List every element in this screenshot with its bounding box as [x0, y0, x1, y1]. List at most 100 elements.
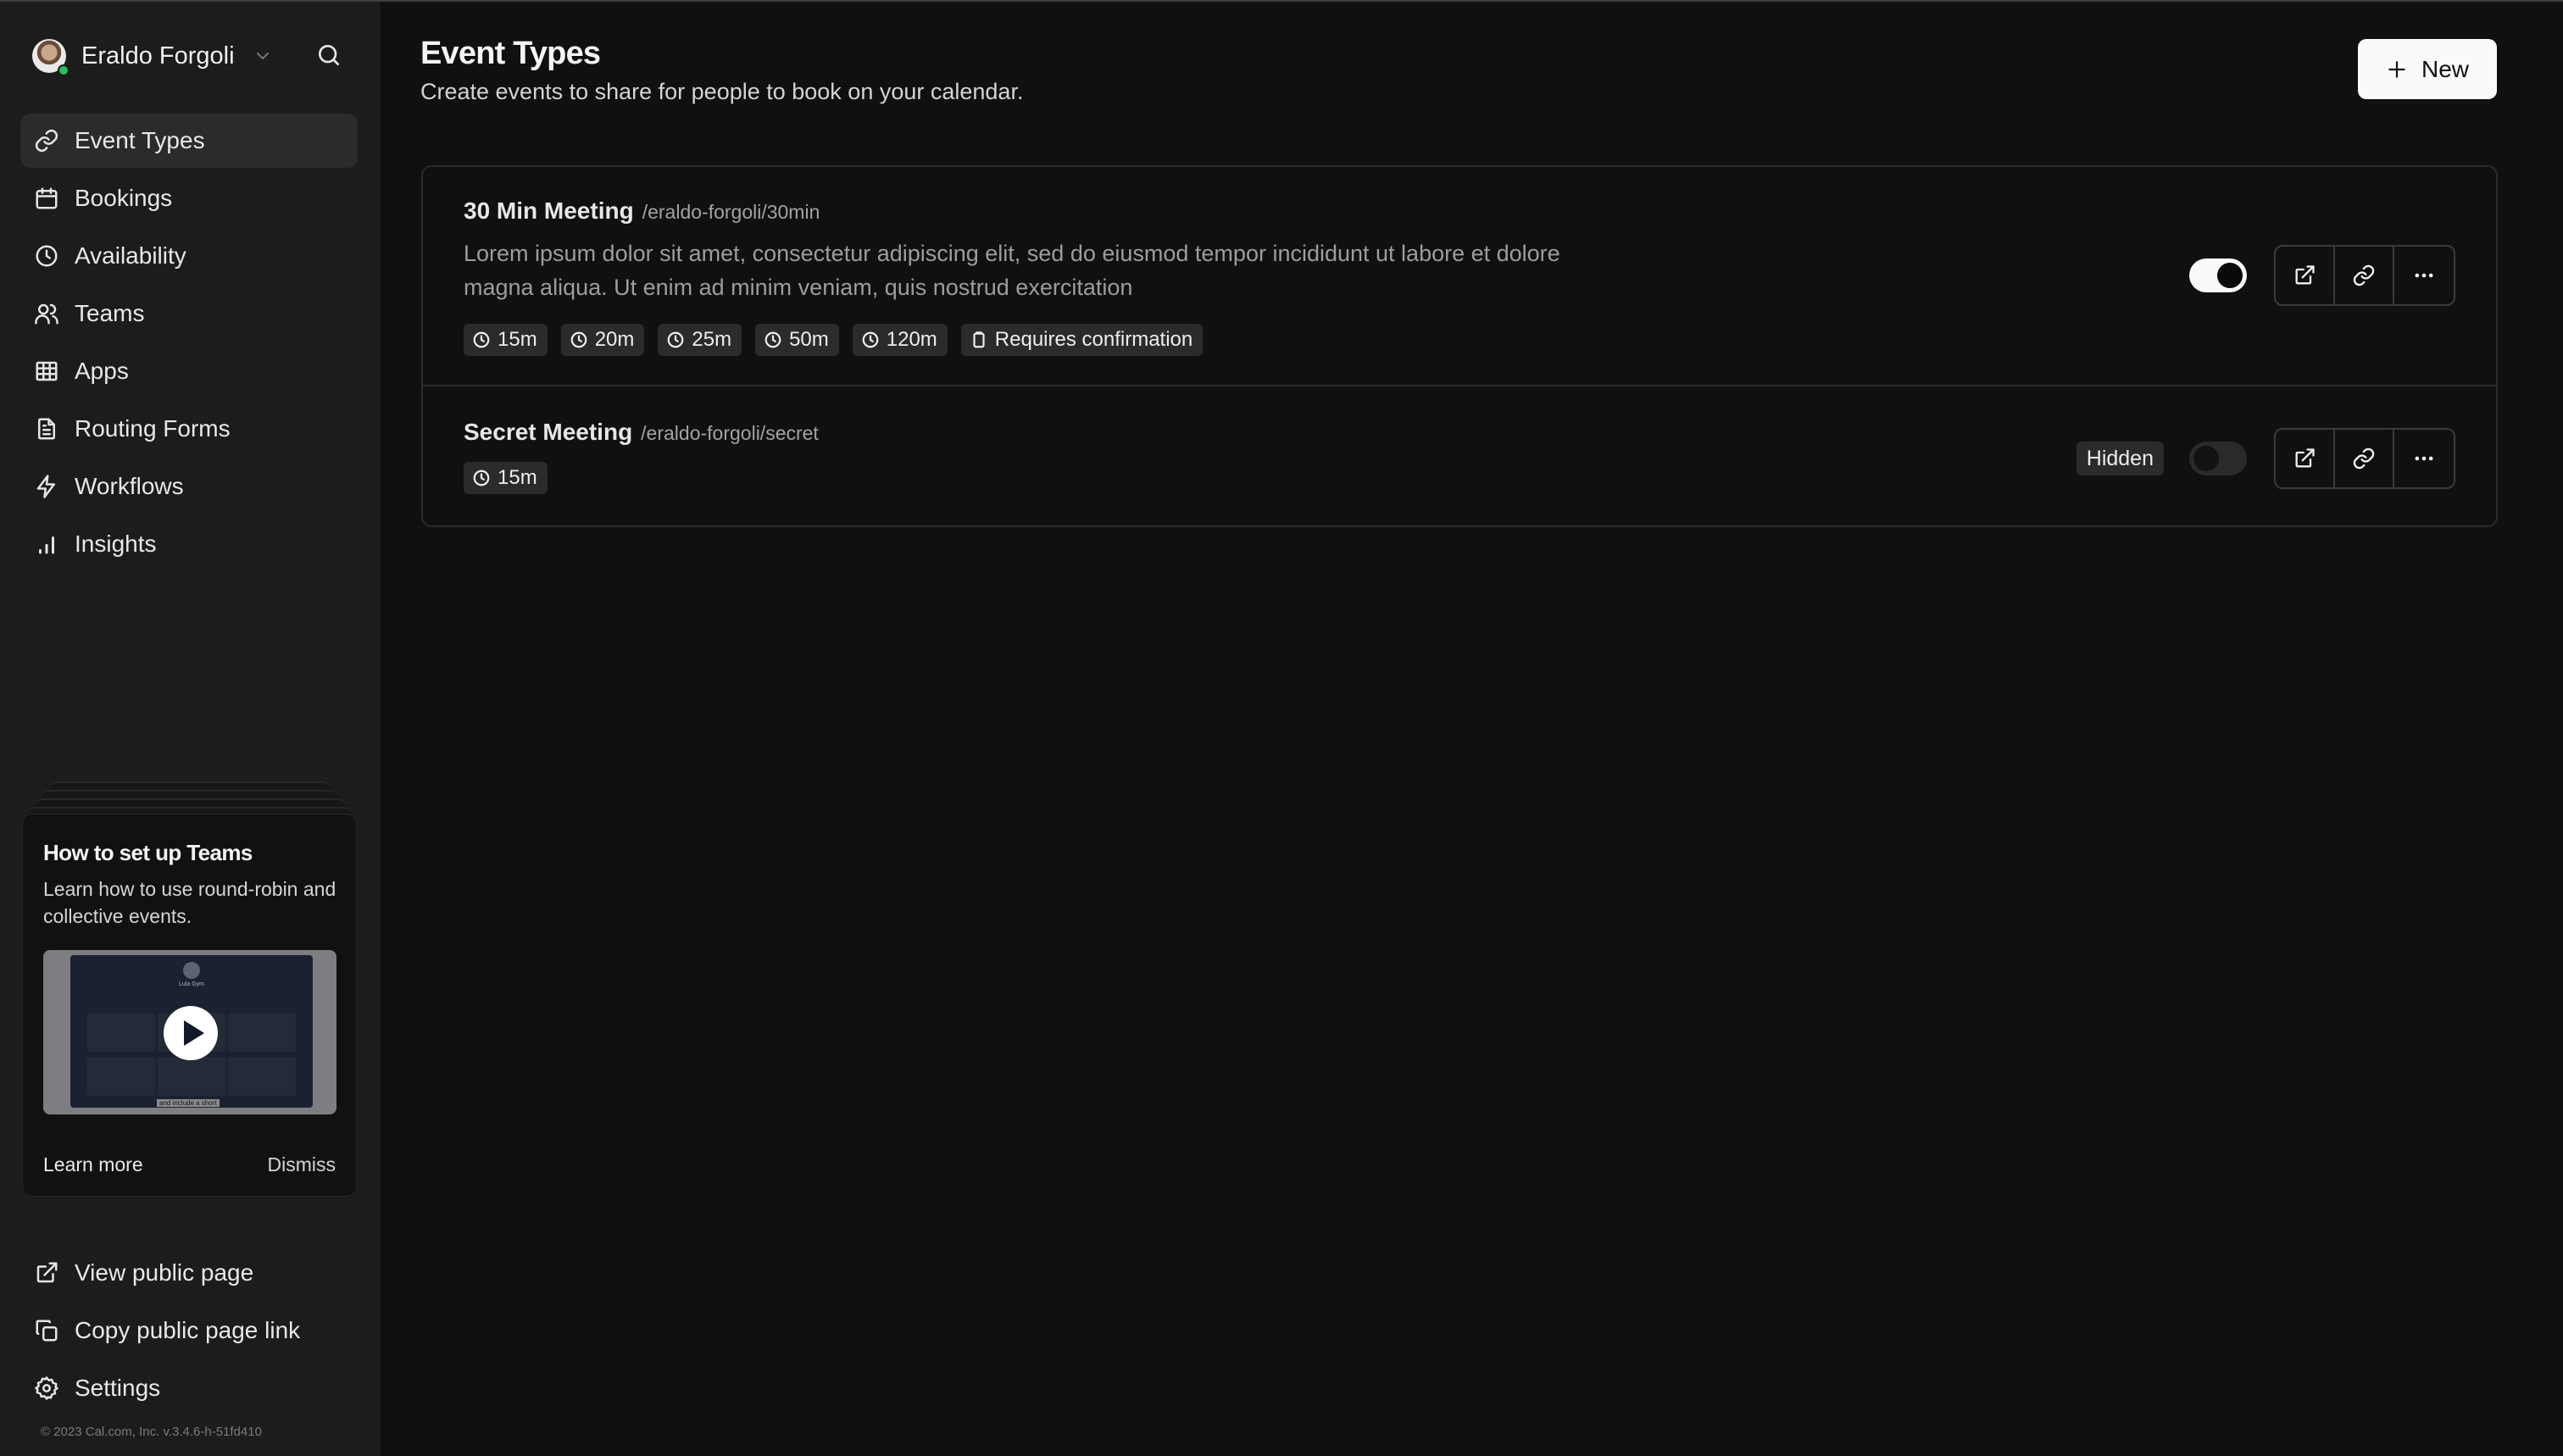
toggle-knob [2217, 263, 2243, 288]
user-menu[interactable]: Eraldo Forgoli [32, 37, 235, 76]
external-link-icon [2295, 265, 2315, 285]
preview-button[interactable] [2276, 247, 2335, 304]
main-content: Event Types Create events to share for p… [381, 0, 2563, 1456]
promo-title: How to set up Teams [43, 840, 253, 865]
video-card [87, 1013, 155, 1052]
sidebar-item-label: Availability [75, 242, 186, 269]
sidebar: Eraldo Forgoli Event Types Bookings Avai… [0, 0, 381, 1456]
sidebar-item-teams[interactable]: Teams [20, 286, 358, 341]
page-subtitle: Create events to share for people to boo… [420, 79, 1024, 104]
sidebar-item-workflows[interactable]: Workflows [20, 459, 358, 514]
video-card [228, 1013, 296, 1052]
search-icon[interactable] [315, 42, 342, 69]
sidebar-item-label: Teams [75, 300, 145, 326]
chevron-down-icon[interactable] [253, 46, 273, 66]
sidebar-item-label: Insights [75, 531, 157, 557]
more-options-button[interactable] [2394, 247, 2454, 304]
bar-chart-icon [39, 536, 54, 554]
more-options-button[interactable] [2394, 430, 2454, 487]
video-card [158, 1057, 225, 1096]
online-status-dot [58, 64, 69, 76]
link-icon [2353, 447, 2375, 470]
clock-icon [862, 331, 879, 348]
clock-icon [764, 331, 781, 348]
event-title[interactable]: Secret Meeting [464, 419, 632, 446]
event-type-row[interactable]: Secret Meeting /eraldo-forgoli/secret 15… [423, 386, 2496, 525]
video-card [87, 1057, 155, 1096]
clock-icon [668, 331, 684, 348]
sidebar-item-settings[interactable]: Settings [20, 1361, 358, 1415]
hidden-badge: Hidden [2076, 442, 2164, 475]
duration-label: 25m [692, 328, 732, 351]
sidebar-item-copy-public-page-link[interactable]: Copy public page link [20, 1303, 358, 1358]
grid-icon [36, 361, 58, 381]
external-link-icon [36, 1262, 58, 1283]
clock-icon [473, 331, 490, 348]
duration-label: 20m [594, 328, 635, 351]
event-tags: 15m 20m 25m 50m 120m Requires confirmati… [464, 324, 1216, 356]
main-nav: Event Types Bookings Availability Teams … [20, 114, 358, 575]
file-text-icon [38, 418, 55, 440]
zap-icon [36, 475, 55, 498]
event-enabled-toggle[interactable] [2189, 442, 2247, 475]
clock-icon [570, 331, 587, 348]
duration-badge: 120m [852, 324, 948, 356]
dismiss-button[interactable]: Dismiss [268, 1153, 336, 1176]
video-inner-title: Lula Gym [179, 981, 204, 987]
duration-badge: 20m [560, 324, 645, 356]
toggle-knob [2193, 446, 2219, 471]
event-types-list: 30 Min Meeting /eraldo-forgoli/30min Lor… [421, 165, 2498, 527]
window-top-border [0, 0, 2563, 2]
sidebar-item-event-types[interactable]: Event Types [20, 114, 358, 168]
duration-label: 50m [789, 328, 829, 351]
sidebar-item-view-public-page[interactable]: View public page [20, 1246, 358, 1300]
users-icon [35, 303, 58, 325]
sidebar-item-label: View public page [75, 1259, 254, 1286]
event-slug: /eraldo-forgoli/30min [642, 201, 820, 223]
sidebar-item-label: Bookings [75, 185, 173, 211]
more-horizontal-icon [2415, 273, 2433, 278]
copy-link-button[interactable] [2335, 247, 2394, 304]
sidebar-item-insights[interactable]: Insights [20, 517, 358, 571]
copy-icon [36, 1320, 58, 1342]
plus-icon [2388, 60, 2405, 78]
event-button-group [2274, 245, 2455, 306]
sidebar-item-label: Event Types [75, 127, 205, 153]
event-button-group [2274, 428, 2455, 489]
event-enabled-toggle[interactable] [2189, 258, 2247, 292]
bottom-nav: View public page Copy public page link S… [20, 1246, 358, 1419]
user-name: Eraldo Forgoli [81, 42, 235, 69]
link-icon [35, 129, 58, 153]
preview-button[interactable] [2276, 430, 2335, 487]
calendar-icon [36, 187, 58, 209]
settings-icon [35, 1376, 58, 1400]
requires-confirmation-badge: Requires confirmation [960, 324, 1204, 356]
page-title: Event Types [420, 36, 601, 71]
duration-label: 15m [498, 328, 537, 351]
video-caption: and include a short [157, 1099, 220, 1107]
event-actions: Hidden [2076, 428, 2455, 489]
more-horizontal-icon [2415, 456, 2433, 461]
sidebar-item-availability[interactable]: Availability [20, 229, 358, 283]
promo-description: Learn how to use round-robin and collect… [43, 878, 336, 927]
clock-icon [36, 245, 58, 267]
duration-badge: 15m [464, 324, 548, 356]
external-link-icon [2295, 448, 2315, 468]
sidebar-item-label: Apps [75, 358, 129, 384]
event-tags: 15m [464, 462, 561, 494]
clipboard-icon [973, 331, 985, 348]
play-icon[interactable] [164, 1006, 218, 1060]
video-card [228, 1057, 296, 1096]
event-title[interactable]: 30 Min Meeting [464, 197, 634, 225]
duration-badge: 15m [464, 462, 548, 494]
new-event-type-button[interactable]: New [2358, 39, 2497, 99]
sidebar-item-bookings[interactable]: Bookings [20, 171, 358, 225]
learn-more-link[interactable]: Learn more [43, 1153, 143, 1176]
new-button-label: New [2421, 55, 2469, 82]
sidebar-item-label: Settings [75, 1375, 161, 1401]
promo-video[interactable]: Lula Gym and include a short [43, 950, 336, 1114]
copy-link-button[interactable] [2335, 430, 2394, 487]
event-type-row[interactable]: 30 Min Meeting /eraldo-forgoli/30min Lor… [423, 167, 2496, 386]
sidebar-item-apps[interactable]: Apps [20, 344, 358, 398]
sidebar-item-routing-forms[interactable]: Routing Forms [20, 402, 358, 456]
